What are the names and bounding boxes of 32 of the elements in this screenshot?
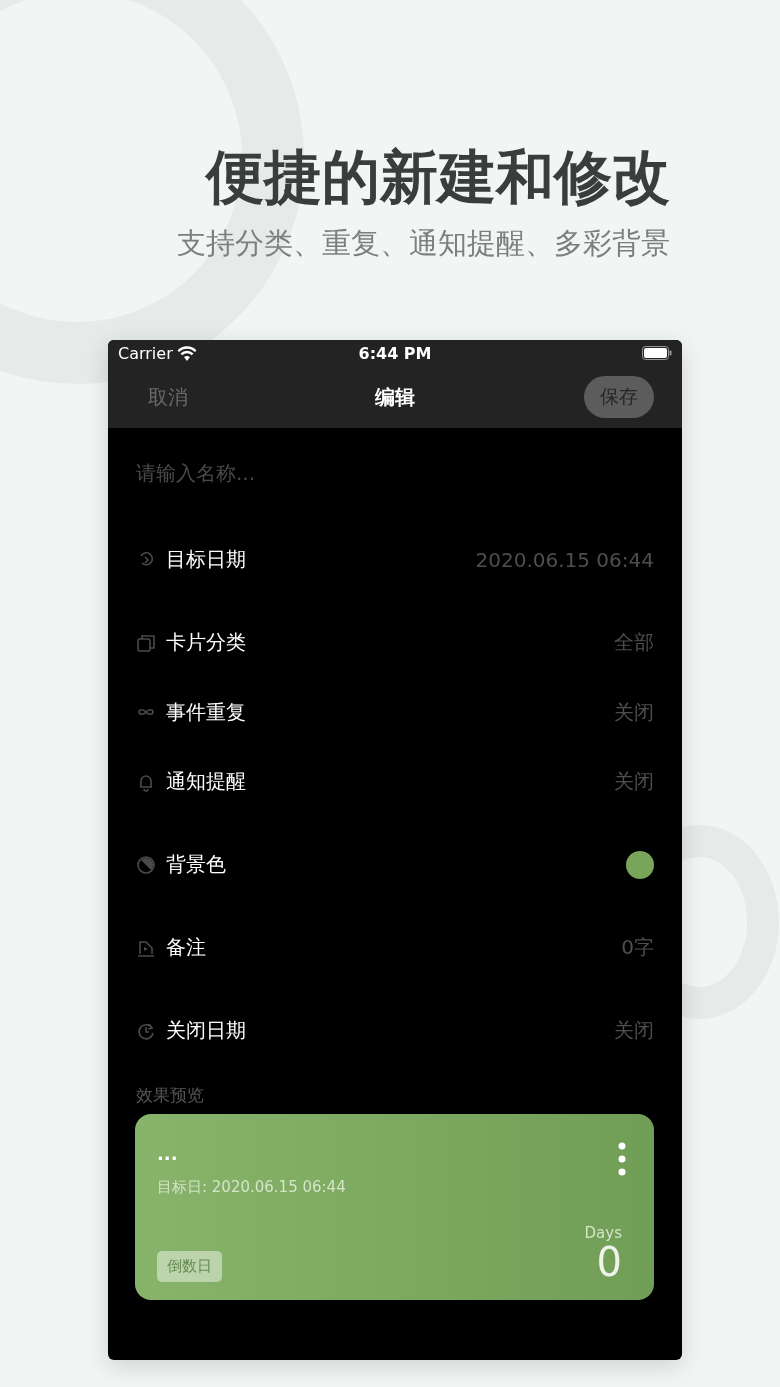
wifi-icon: [176, 345, 197, 361]
cards-icon: [136, 632, 156, 653]
card-date: 目标日: 2020.06.15 06:44: [157, 1178, 346, 1196]
card-title: ...: [157, 1143, 178, 1164]
row-label: 卡片分类: [166, 629, 247, 656]
row-value[interactable]: 全部: [614, 629, 654, 656]
cancel-button[interactable]: 取消: [148, 383, 188, 411]
row-label: 目标日期: [166, 546, 247, 573]
row-value[interactable]: 关闭: [614, 768, 654, 795]
row-label: 通知提醒: [166, 768, 247, 795]
row-label: 背景色: [166, 851, 227, 878]
row-value[interactable]: 2020.06.15 06:44: [475, 547, 654, 572]
headline: 便捷的新建和修改: [206, 142, 670, 213]
more-icon[interactable]: [618, 1142, 626, 1176]
row-value[interactable]: 0字: [621, 934, 654, 961]
row-label: 事件重复: [166, 698, 247, 726]
palette-icon: [136, 854, 156, 875]
status-time: 6:44 PM: [358, 343, 432, 363]
row-value[interactable]: 关闭: [614, 1017, 654, 1044]
row-label: 关闭日期: [166, 1017, 247, 1044]
row-label: 备注: [166, 934, 207, 961]
color-swatch[interactable]: [626, 850, 654, 879]
row-value[interactable]: 关闭: [614, 698, 654, 726]
days-count: 0: [596, 1242, 622, 1282]
days-label: Days: [584, 1224, 622, 1242]
card-tag: 倒数日: [157, 1251, 222, 1282]
subheadline: 支持分类、重复、通知提醒、多彩背景: [177, 225, 670, 262]
name-input[interactable]: 请输入名称...: [136, 458, 654, 488]
battery-icon: [642, 346, 672, 360]
carrier-label: Carrier: [118, 343, 173, 363]
nav-title: 编辑: [375, 383, 415, 411]
section-label: 效果预览: [136, 1085, 204, 1105]
